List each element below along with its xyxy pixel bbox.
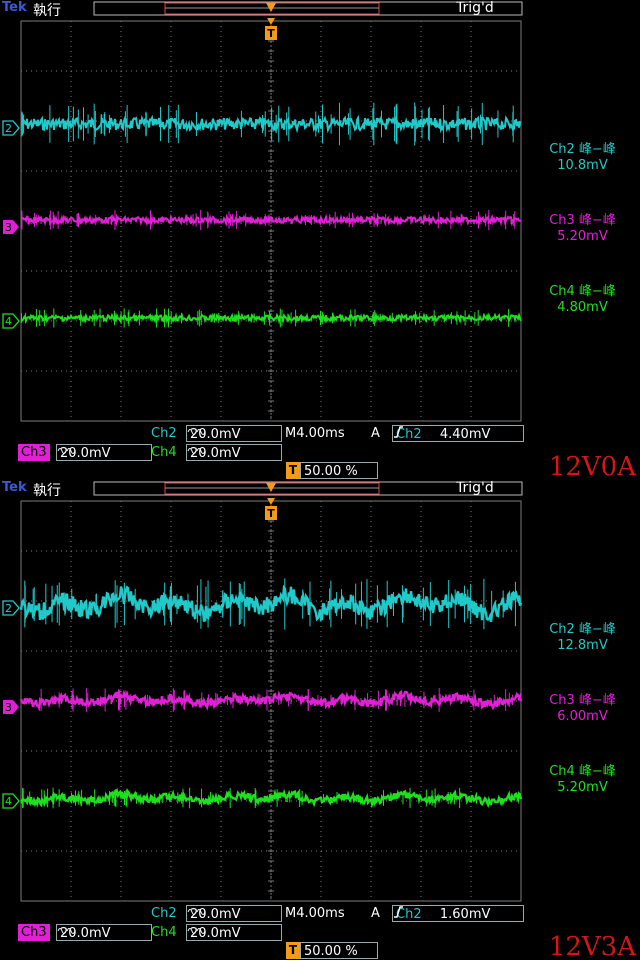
ch2-name: Ch2 [151, 906, 177, 921]
settings-row-1: Ch2 20.0mV M4.00ms A Ch2 4.40mV [0, 425, 640, 443]
ch4-measurement-label: Ch4 峰−峰 [549, 284, 616, 299]
ch2-measurement-value: 12.8mV [557, 638, 608, 653]
ch4-measurement: Ch4 峰−峰 5.20mV [525, 764, 640, 796]
status-bar: Tek 執行 Trig'd [0, 480, 640, 499]
ch2-scale-box[interactable]: 20.0mV [186, 905, 282, 922]
rising-edge-icon [394, 906, 436, 921]
ch4-scale-box[interactable]: 20.0mV [186, 924, 282, 941]
ch3-marker: 3 [2, 219, 20, 235]
trigger-time-marker-label: T [267, 507, 275, 520]
trigger-position-chip: T [286, 942, 300, 959]
timebase[interactable]: M4.00ms [282, 425, 348, 442]
waveform-ch4 [20, 311, 522, 325]
status-bar: Tek 執行 Trig'd [0, 0, 640, 19]
bandwidth-limit-icon [57, 928, 129, 940]
scope-panel-2: T Tek 執行 Trig'd 2 3 4 Ch2 峰−峰 12.8mV Ch3… [0, 480, 640, 960]
bandwidth-limit-icon [187, 448, 259, 460]
trigger-position[interactable]: 50.00 % [300, 942, 378, 959]
trigger-position-chip: T [286, 462, 300, 479]
bandwidth-limit-icon [57, 448, 129, 460]
tek-logo: Tek [2, 480, 27, 495]
ch3-name: Ch3 [18, 444, 50, 461]
settings-row-2: Ch3 20.0mV Ch4 20.0mV [0, 924, 640, 942]
ch3-scale-box[interactable]: 20.0mV [56, 444, 152, 461]
run-state: 執行 [33, 483, 61, 499]
ch3-measurement: Ch3 峰−峰 5.20mV [525, 213, 640, 245]
ch2-marker-label: 2 [5, 122, 12, 135]
ch4-measurement: Ch4 峰−峰 4.80mV [525, 284, 640, 316]
ch4-name: Ch4 [151, 925, 177, 940]
trigger-position[interactable]: 50.00 % [300, 462, 378, 479]
ch2-marker-label: 2 [5, 602, 12, 615]
ch4-measurement-value: 5.20mV [557, 780, 608, 795]
bandwidth-limit-icon [187, 429, 259, 441]
ch2-marker: 2 [2, 120, 20, 136]
waveform-ch2 [20, 114, 522, 134]
trigger-level: 4.40mV [439, 427, 491, 442]
ch3-scale-box[interactable]: 20.0mV [56, 924, 152, 941]
settings-row-2: Ch3 20.0mV Ch4 20.0mV [0, 444, 640, 462]
ch2-measurement-label: Ch2 峰−峰 [549, 622, 616, 637]
trigger-box[interactable]: Ch2 4.40mV [392, 425, 524, 442]
scope-panel-1: T Tek 執行 Trig'd 2 3 4 Ch2 峰−峰 10.8mV Ch3… [0, 0, 640, 480]
trigger-box[interactable]: Ch2 1.60mV [392, 905, 524, 922]
trigger-mode: A [371, 426, 380, 441]
trigger-mode: A [371, 906, 380, 921]
ch3-marker-label: 3 [5, 221, 12, 234]
ch4-name: Ch4 [151, 445, 177, 460]
rising-edge-icon [394, 426, 436, 441]
trigger-time-marker-label: T [267, 27, 275, 40]
trigger-status: Trig'd [456, 0, 494, 16]
ch3-marker-label: 3 [5, 701, 12, 714]
condition-caption-1: 12V0A [548, 452, 636, 482]
ch3-measurement: Ch3 峰−峰 6.00mV [525, 693, 640, 725]
ch4-measurement-label: Ch4 峰−峰 [549, 764, 616, 779]
ch2-marker: 2 [2, 600, 20, 616]
ch2-measurement-value: 10.8mV [557, 158, 608, 173]
ch3-measurement-label: Ch3 峰−峰 [549, 213, 616, 228]
settings-row-3: T 50.00 % [0, 942, 640, 960]
timebase[interactable]: M4.00ms [282, 905, 348, 922]
ch4-marker-label: 4 [5, 315, 12, 328]
ch4-marker: 4 [2, 793, 20, 809]
condition-caption-2: 12V3A [548, 932, 636, 962]
ch3-measurement-value: 6.00mV [557, 709, 608, 724]
tek-logo: Tek [2, 0, 27, 15]
ch4-measurement-value: 4.80mV [557, 300, 608, 315]
bandwidth-limit-icon [187, 928, 259, 940]
ch2-measurement: Ch2 峰−峰 12.8mV [525, 622, 640, 654]
ch2-scale-box[interactable]: 20.0mV [186, 425, 282, 442]
ch4-scale-box[interactable]: 20.0mV [186, 444, 282, 461]
ch3-measurement-value: 5.20mV [557, 229, 608, 244]
ch3-marker: 3 [2, 699, 20, 715]
ch4-marker-label: 4 [5, 795, 12, 808]
run-state: 執行 [33, 3, 61, 19]
ch2-measurement-label: Ch2 峰−峰 [549, 142, 616, 157]
trigger-status: Trig'd [456, 480, 494, 496]
ch3-name: Ch3 [18, 924, 50, 941]
settings-row-1: Ch2 20.0mV M4.00ms A Ch2 1.60mV [0, 905, 640, 923]
ch2-measurement: Ch2 峰−峰 10.8mV [525, 142, 640, 174]
trigger-level: 1.60mV [439, 907, 491, 922]
ch3-measurement-label: Ch3 峰−峰 [549, 693, 616, 708]
settings-row-3: T 50.00 % [0, 462, 640, 480]
bandwidth-limit-icon [187, 909, 259, 921]
ch2-name: Ch2 [151, 426, 177, 441]
ch4-marker: 4 [2, 313, 20, 329]
